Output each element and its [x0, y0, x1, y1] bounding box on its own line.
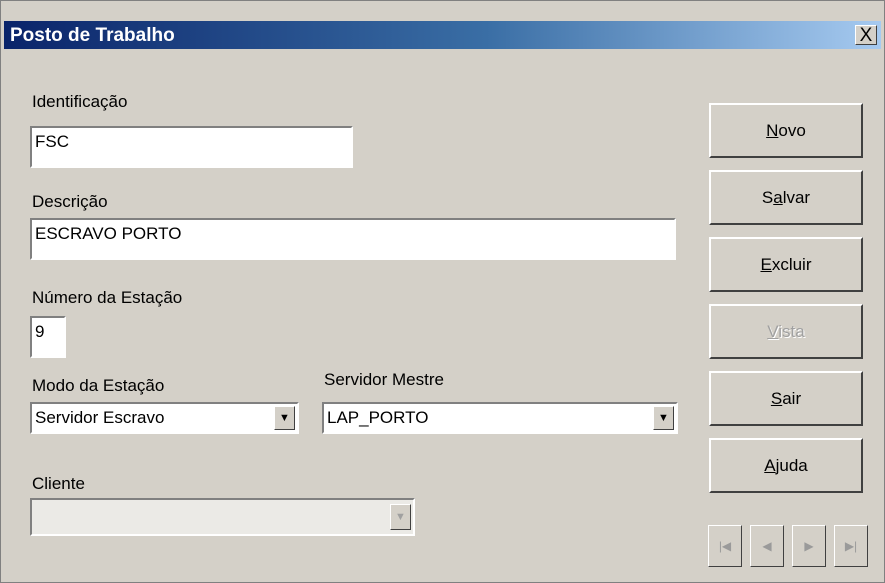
previous-record-icon: ◀ — [762, 539, 772, 553]
descricao-label: Descrição — [32, 192, 108, 211]
last-record-button[interactable]: ▶| — [834, 525, 868, 567]
close-button[interactable]: X — [855, 25, 877, 45]
descricao-value: ESCRAVO PORTO — [35, 224, 182, 243]
novo-rest: ovo — [778, 121, 806, 140]
sair-button[interactable]: Sair — [709, 371, 863, 426]
modo-estacao-label: Modo da Estação — [32, 376, 165, 395]
chevron-down-icon: ▼ — [658, 412, 669, 424]
excluir-mnemonic: E — [760, 255, 772, 274]
numero-estacao-label: Número da Estação — [32, 288, 183, 307]
ajuda-mnemonic: A — [764, 456, 776, 475]
servidor-mestre-select[interactable]: LAP_PORTO ▼ — [322, 402, 678, 434]
vista-button[interactable]: Vista — [709, 304, 863, 359]
cliente-dropdown-button[interactable]: ▼ — [390, 504, 411, 530]
novo-mnemonic: N — [766, 121, 779, 140]
numero-estacao-field[interactable]: 9 — [30, 316, 66, 358]
next-record-button[interactable]: ▶ — [792, 525, 826, 567]
ajuda-rest: juda — [775, 456, 808, 475]
cliente-label: Cliente — [32, 474, 85, 493]
chevron-down-icon: ▼ — [279, 412, 290, 424]
salvar-pre: S — [761, 188, 774, 207]
salvar-mnemonic: a — [773, 188, 783, 207]
modo-estacao-select[interactable]: Servidor Escravo ▼ — [30, 402, 299, 434]
salvar-button[interactable]: Salvar — [709, 170, 863, 225]
title-bar[interactable]: Posto de Trabalho X — [4, 21, 881, 49]
first-record-icon: |◀ — [718, 539, 732, 553]
servidor-mestre-label: Servidor Mestre — [324, 370, 444, 389]
vista-rest: ista — [778, 322, 805, 341]
cliente-select[interactable]: ▼ — [30, 498, 415, 536]
identificacao-label: Identificação — [32, 92, 128, 111]
excluir-rest: xcluir — [771, 255, 812, 274]
salvar-rest: lvar — [782, 188, 811, 207]
modo-estacao-value: Servidor Escravo — [35, 408, 165, 427]
novo-button[interactable]: Novo — [709, 103, 863, 158]
servidor-mestre-value: LAP_PORTO — [327, 408, 429, 427]
next-record-icon: ▶ — [804, 539, 814, 553]
close-icon: X — [859, 25, 873, 46]
descricao-field[interactable]: ESCRAVO PORTO — [30, 218, 676, 260]
servidor-mestre-dropdown-button[interactable]: ▼ — [653, 406, 674, 430]
identificacao-value: FSC — [35, 132, 69, 151]
sair-rest: air — [782, 389, 802, 408]
numero-estacao-value: 9 — [35, 322, 45, 341]
first-record-button[interactable]: |◀ — [708, 525, 742, 567]
last-record-icon: ▶| — [844, 539, 858, 553]
modo-estacao-dropdown-button[interactable]: ▼ — [274, 406, 295, 430]
identificacao-field[interactable]: FSC — [30, 126, 353, 168]
ajuda-button[interactable]: Ajuda — [709, 438, 863, 493]
sair-mnemonic: S — [770, 389, 783, 408]
chevron-down-icon: ▼ — [395, 511, 406, 523]
vista-mnemonic: V — [767, 322, 779, 341]
window-title: Posto de Trabalho — [10, 25, 175, 46]
excluir-button[interactable]: Excluir — [709, 237, 863, 292]
previous-record-button[interactable]: ◀ — [750, 525, 784, 567]
